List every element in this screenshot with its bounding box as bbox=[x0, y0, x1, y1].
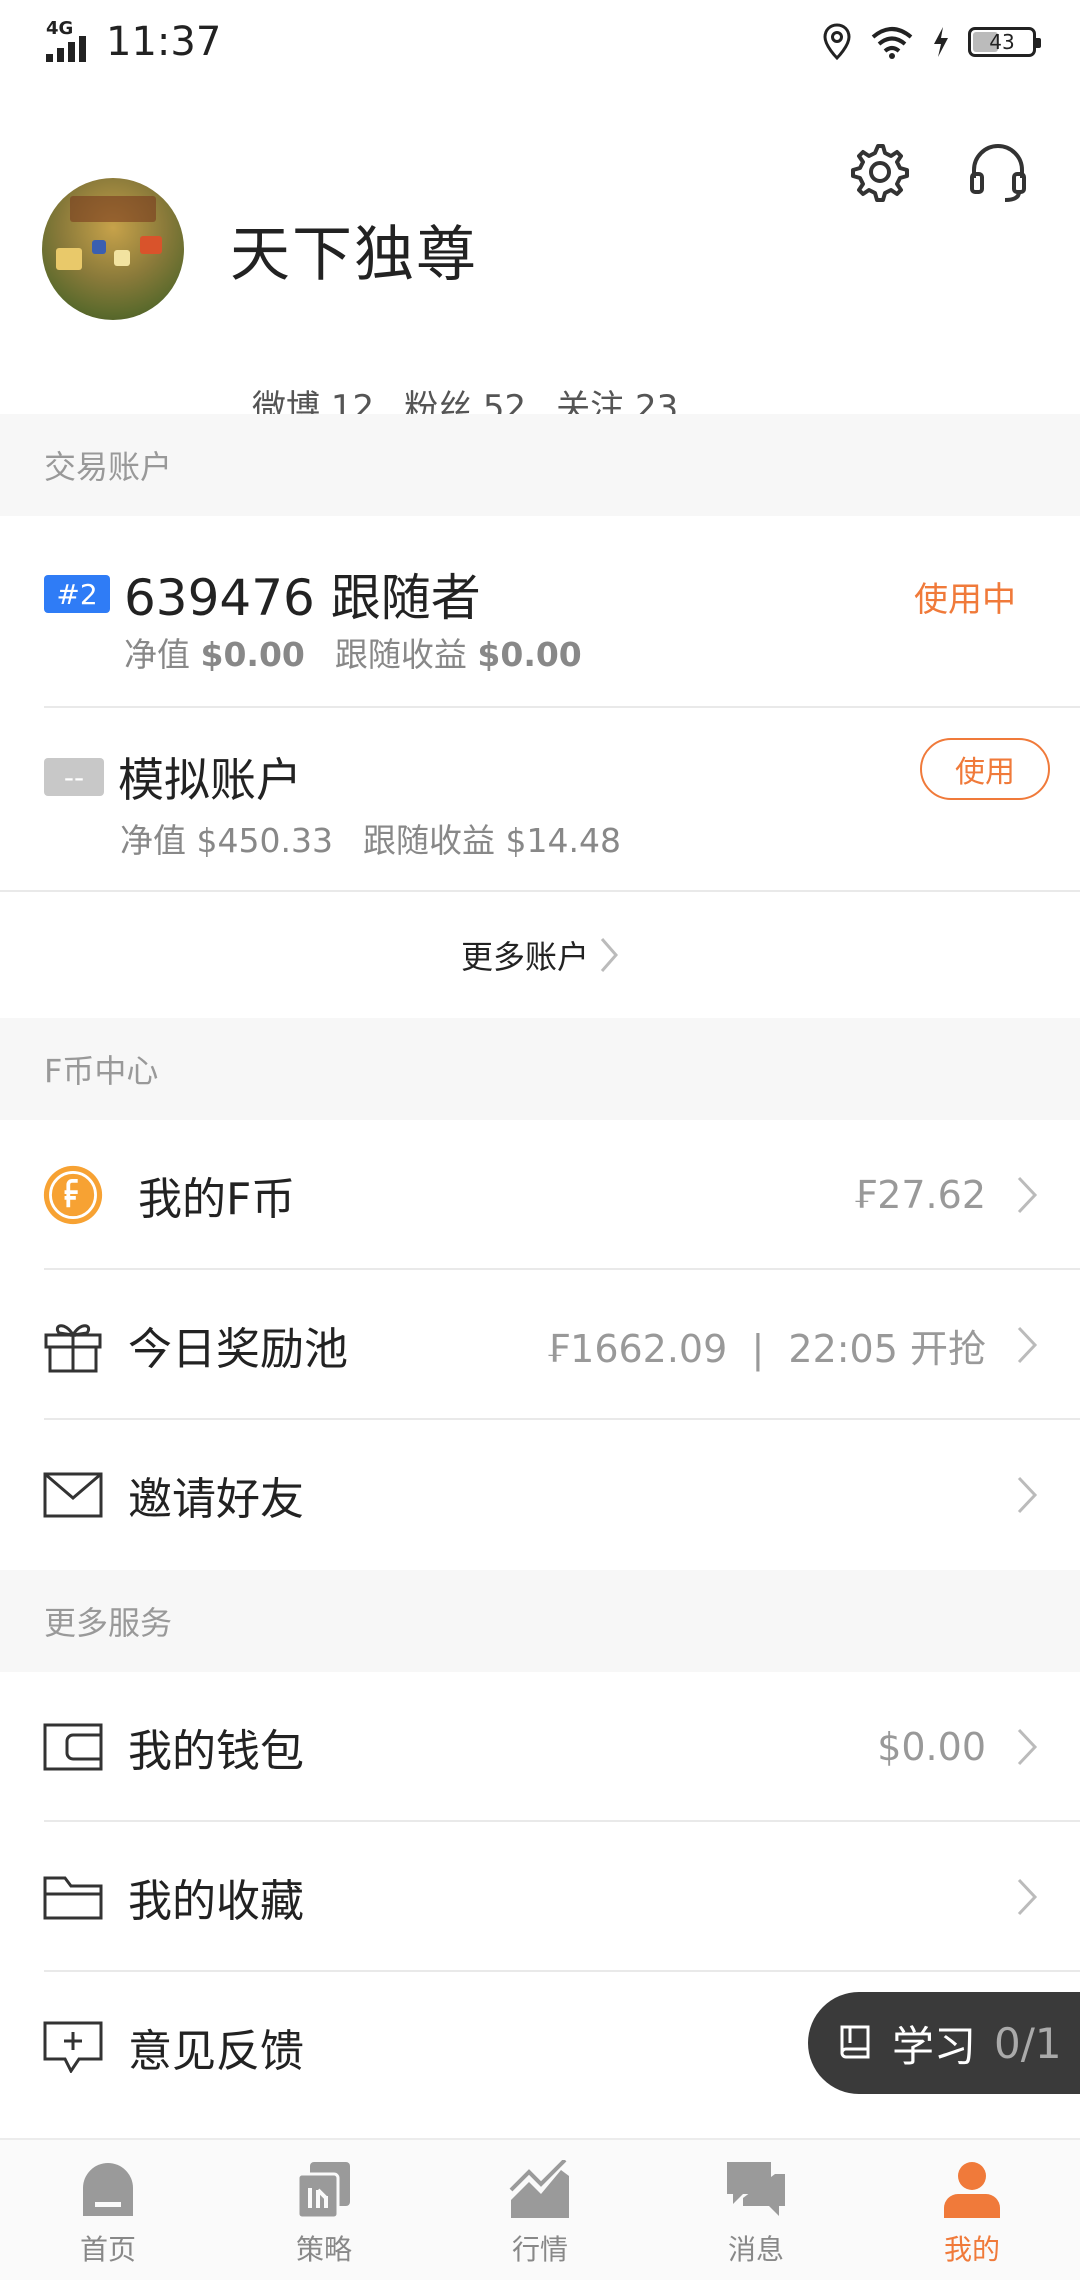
account-status-in-use: 使用中 bbox=[914, 580, 1016, 620]
headset-icon[interactable] bbox=[966, 140, 1030, 204]
market-chart-icon bbox=[509, 2160, 569, 2218]
account-row-demo[interactable]: -- 模拟账户 净值 $450.33 跟随收益 $14.48 使用 bbox=[0, 708, 1080, 890]
account-badge: -- bbox=[44, 758, 104, 796]
avatar[interactable] bbox=[42, 178, 184, 320]
charging-icon bbox=[934, 27, 948, 57]
wallet-icon bbox=[42, 1716, 104, 1778]
tab-me[interactable]: 我的 bbox=[864, 2140, 1080, 2280]
profile-icon bbox=[944, 2162, 1000, 2218]
stat-fans[interactable]: 粉丝 52 bbox=[404, 380, 526, 416]
chevron-right-icon bbox=[1017, 1476, 1038, 1514]
fcoin-icon bbox=[42, 1164, 104, 1226]
section-label-services: 更多服务 bbox=[0, 1570, 1080, 1672]
folder-icon bbox=[42, 1866, 104, 1928]
mail-icon bbox=[42, 1464, 104, 1526]
battery-icon: 43 bbox=[968, 27, 1041, 57]
gear-icon[interactable] bbox=[846, 140, 910, 204]
section-label-trading: 交易账户 bbox=[0, 414, 1080, 516]
list-item-favorites[interactable]: 我的收藏 bbox=[0, 1822, 1080, 1972]
list-item-my-fcoin[interactable]: 我的F币 ₣27.62 bbox=[0, 1120, 1080, 1270]
list-item-reward-pool[interactable]: 今日奖励池 ₣1662.09 | 22:05 开抢 bbox=[0, 1270, 1080, 1420]
location-icon bbox=[823, 23, 851, 61]
account-metrics: 净值 $0.00 跟随收益 $0.00 bbox=[124, 635, 582, 674]
list-item-label: 我的收藏 bbox=[128, 1876, 304, 1927]
list-item-label: 意见反馈 bbox=[128, 2026, 304, 2077]
list-item-wallet[interactable]: 我的钱包 $0.00 bbox=[0, 1672, 1080, 1822]
account-metrics: 净值 $450.33 跟随收益 $14.48 bbox=[120, 821, 621, 860]
strategy-icon bbox=[296, 2162, 350, 2220]
chevron-right-icon bbox=[1017, 1176, 1038, 1214]
chevron-right-icon bbox=[1017, 1326, 1038, 1364]
tab-messages[interactable]: 消息 bbox=[648, 2140, 864, 2280]
profile-stats: 微博 12 粉丝 52 关注 23 bbox=[252, 380, 678, 416]
account-title: 模拟账户 bbox=[118, 753, 302, 807]
username: 天下独尊 bbox=[230, 219, 478, 290]
reward-pool-info: ₣1662.09 | 22:05 开抢 bbox=[545, 1326, 986, 1371]
book-icon bbox=[840, 2025, 870, 2059]
more-accounts-link[interactable]: 更多账户 bbox=[0, 892, 1080, 1018]
account-row-primary[interactable]: #2 639476 跟随者 净值 $0.00 跟随收益 $0.00 使用中 bbox=[0, 516, 1080, 706]
tab-home[interactable]: 首页 bbox=[0, 2140, 216, 2280]
fcoin-balance: ₣27.62 bbox=[853, 1173, 986, 1217]
list-item-label: 我的钱包 bbox=[128, 1726, 304, 1777]
tab-strategy[interactable]: 策略 bbox=[216, 2140, 432, 2280]
clock: 11:37 bbox=[106, 19, 222, 65]
account-badge: #2 bbox=[44, 575, 110, 613]
gift-icon bbox=[42, 1314, 104, 1376]
account-title: 639476 跟随者 bbox=[124, 569, 481, 627]
list-item-invite-friends[interactable]: 邀请好友 bbox=[0, 1420, 1080, 1570]
list-item-label: 我的F币 bbox=[138, 1174, 296, 1225]
wallet-balance: $0.00 bbox=[877, 1725, 986, 1769]
tab-market[interactable]: 行情 bbox=[432, 2140, 648, 2280]
section-label-fcoin: F币中心 bbox=[0, 1018, 1080, 1120]
list-item-label: 邀请好友 bbox=[128, 1474, 304, 1525]
signal-icon: 4G bbox=[44, 18, 96, 64]
bottom-tab-bar: 首页 策略 行情 消息 我的 bbox=[0, 2138, 1080, 2280]
feedback-icon bbox=[42, 2016, 104, 2078]
chevron-right-icon bbox=[1017, 1878, 1038, 1916]
stat-following[interactable]: 关注 23 bbox=[556, 380, 678, 416]
list-item-label: 今日奖励池 bbox=[128, 1324, 348, 1375]
message-icon bbox=[727, 2162, 785, 2216]
chevron-right-icon bbox=[600, 938, 618, 972]
use-account-button[interactable]: 使用 bbox=[920, 738, 1050, 800]
chevron-right-icon bbox=[1017, 1728, 1038, 1766]
status-bar: 4G 11:37 43 bbox=[0, 0, 1080, 84]
home-icon bbox=[83, 2163, 133, 2216]
wifi-icon bbox=[871, 27, 913, 59]
stat-weibo[interactable]: 微博 12 bbox=[252, 380, 374, 416]
learn-floating-button[interactable]: 学习 0/1 bbox=[808, 1992, 1080, 2094]
